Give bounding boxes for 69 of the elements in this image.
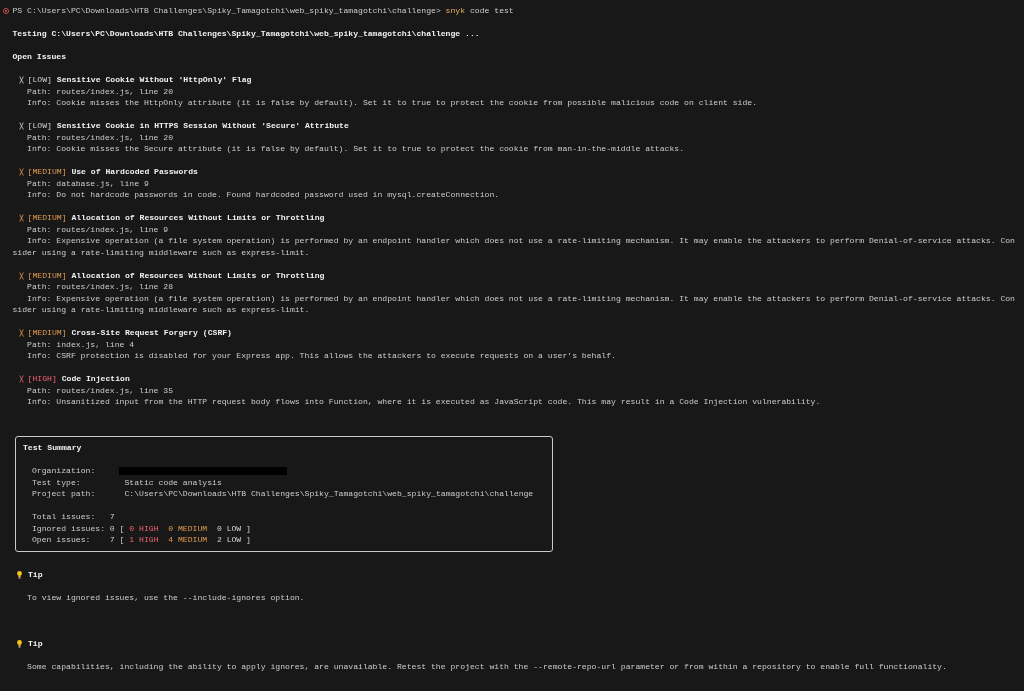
severity-count: 4 MEDIUM [168, 534, 208, 546]
severity-count: 0 HIGH [129, 522, 159, 535]
issue-info: Info: Cookie misses the Secure attribute (it is false by default). Set it to true to protect the cookie from man-in-the-middle attacks. [27, 144, 685, 154]
issue-count: 7 [109, 511, 115, 523]
issue-path: Path: routes/index.js, line 28 [27, 282, 174, 292]
summary-label: Total issues: [32, 512, 96, 522]
tip-text: Some capabilities, including the ability to apply ignores, are unavailable. Retest the project with the --remote-repo-url parameter or from within a repository to enable full functionality. [27, 661, 947, 671]
severity-label: [MEDIUM] [27, 327, 67, 339]
severity-count: 0 LOW [216, 522, 242, 535]
testing-status-line: Testing C:\Users\PC\Downloads\HTB Challenges\Spiky_Tamagotchi\web_spiky_tamagotchi\challenge ... [12, 29, 480, 39]
lightbulb-icon [17, 570, 22, 579]
issue-path: Path: routes/index.js, line 20 [27, 132, 174, 142]
command-name: snyk [445, 5, 466, 17]
summary-value: C:\Users\PC\Downloads\HTB Challenges\Spiky_Tamagotchi\web_spiky_tamagotchi\challenge [124, 488, 534, 500]
summary-label: Ignored issues: [32, 523, 105, 533]
issue-info: Info: CSRF protection is disabled for your Express app. This allows the attackers to execute requests on a user's behalf. [27, 351, 616, 361]
issue-info: Info: Unsanitized input from the HTTP request body flows into Function, where it is executed as JavaScript code. This may result in a Code Injection vulnerability. [27, 397, 821, 407]
open-bracket: [ [119, 522, 125, 535]
cross-icon [19, 375, 24, 383]
issue-title: Code Injection [61, 373, 130, 385]
cross-icon [19, 271, 24, 280]
issue-path: Path: routes/index.js, line 35 [27, 385, 174, 395]
issue-title: Sensitive Cookie in HTTPS Session Without 'Secure' Attribute [56, 120, 349, 132]
issue-path: Path: routes/index.js, line 20 [27, 86, 174, 96]
summary-label: Test type: [32, 477, 81, 487]
issue-path: Path: index.js, line 4 [27, 339, 135, 349]
issue-info: Info: Do not hardcode passwords in code. Found hardcoded password used in mysql.createConnection. [27, 190, 500, 200]
tip-text: To view ignored issues, use the --include-ignores option. [27, 592, 305, 602]
cross-icon [19, 168, 24, 176]
command-arguments: code test [469, 5, 514, 17]
summary-label: Organization: [32, 466, 96, 476]
open-bracket: [ [119, 534, 125, 546]
summary-label: Project path: [32, 489, 96, 499]
cross-icon [19, 122, 24, 130]
severity-label: [MEDIUM] [27, 269, 67, 282]
issue-info: Info: Expensive operation (a file system operation) is performed by an endpoint handler which does not use a rate-limiting mechanism. It may enable the attackers to perform Denial-of-service attacks. Consider using a rate-limiting middleware such as express-limit. [12, 292, 1015, 316]
close-bracket: ] [246, 534, 251, 546]
tip-title: Tip [28, 637, 43, 650]
severity-label: [LOW] [27, 120, 52, 132]
section-heading: Open Issues [12, 52, 67, 62]
severity-label: [HIGH] [27, 373, 57, 385]
cross-icon [19, 76, 24, 84]
severity-count: 1 HIGH [129, 534, 159, 546]
issue-count: 7 [109, 534, 115, 546]
issue-title: Cross-Site Request Forgery (CSRF) [71, 327, 232, 339]
summary-value: Static code analysis [124, 476, 222, 489]
prompt-text: PS C:\Users\PC\Downloads\HTB Challenges\Spiky_Tamagotchi\web_spiky_tamagotchi\challenge> [12, 5, 441, 17]
issue-title: Allocation of Resources Without Limits or Throttling [71, 269, 325, 282]
issue-path: Path: routes/index.js, line 9 [27, 224, 169, 234]
issue-title: Sensitive Cookie Without 'HttpOnly' Flag [56, 74, 252, 86]
severity-label: [MEDIUM] [27, 166, 67, 178]
severity-label: [MEDIUM] [27, 212, 67, 224]
issue-count: 0 [109, 522, 115, 535]
lightbulb-icon [17, 639, 22, 648]
issue-info: Info: Cookie misses the HttpOnly attribute (it is false by default). Set it to true to protect the cookie from possible malicious code on client side. [27, 98, 758, 108]
issue-title: Allocation of Resources Without Limits or Throttling [71, 212, 325, 224]
severity-count: 0 MEDIUM [168, 522, 208, 535]
tip-title: Tip [28, 568, 43, 581]
issue-info: Info: Expensive operation (a file system operation) is performed by an endpoint handler which does not use a rate-limiting mechanism. It may enable the attackers to perform Denial-of-service attacks. Consider using a rate-limiting middleware such as express-limit. [12, 235, 1015, 259]
summary-title: Test Summary [23, 443, 82, 453]
summary-label: Open issues: [32, 535, 91, 545]
ring-icon[interactable] [2, 8, 9, 14]
issue-path: Path: database.js, line 9 [27, 178, 149, 188]
cross-icon [19, 329, 24, 337]
cross-icon [19, 214, 24, 222]
severity-label: [LOW] [27, 74, 52, 86]
close-bracket: ] [246, 522, 251, 535]
severity-count: 2 LOW [216, 534, 242, 546]
issue-title: Use of Hardcoded Passwords [71, 166, 198, 178]
